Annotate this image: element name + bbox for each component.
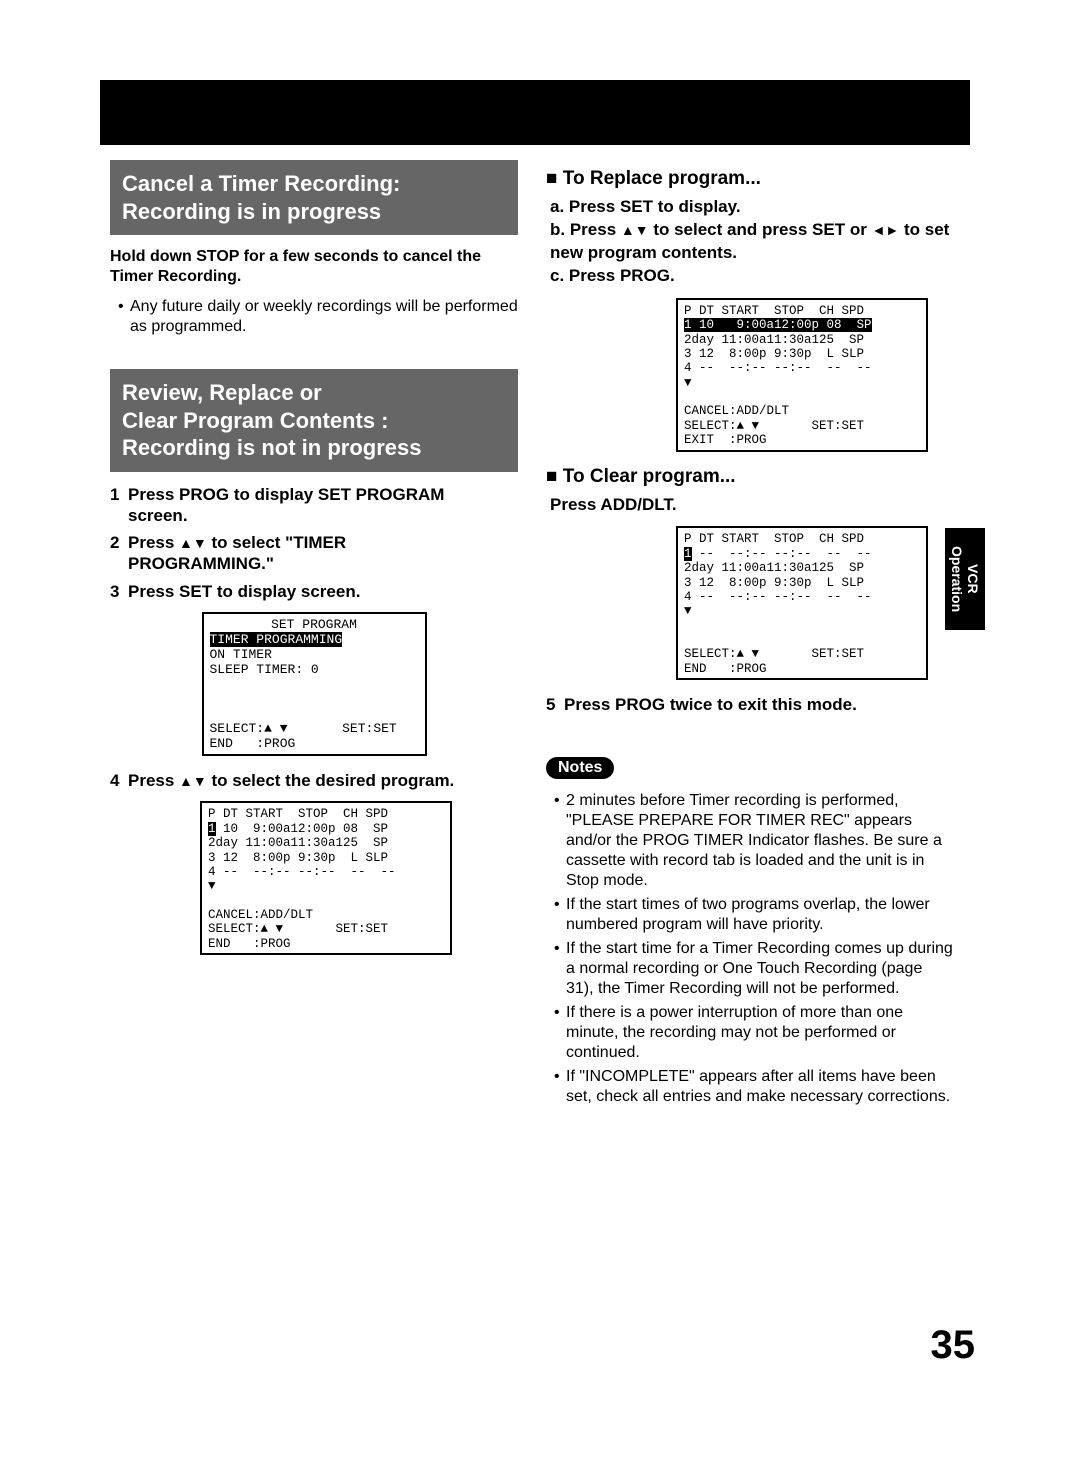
note-item: If the start time for a Timer Recording … [554, 939, 954, 999]
heading-cancel: Cancel a Timer Recording: Recording is i… [110, 160, 518, 235]
up-down-icon: ▲▼ [179, 774, 207, 788]
to-clear-title: ■ To Clear program... [546, 466, 954, 488]
clear-sub: Press ADD/DLT. [550, 494, 954, 517]
step-3: 3Press SET to display screen. [110, 581, 518, 602]
left-column: Cancel a Timer Recording: Recording is i… [110, 160, 518, 1111]
header-black-bar [100, 80, 970, 145]
step-2: 2 Press ▲▼ to select "TIMER PROGRAMMING.… [110, 532, 518, 575]
osd-set-program: SET PROGRAMTIMER PROGRAMMING ON TIMER SL… [202, 612, 427, 756]
future-note: Any future daily or weekly recordings wi… [118, 297, 518, 337]
notes-list: 2 minutes before Timer recording is perf… [554, 791, 954, 1107]
to-replace-title: ■ To Replace program... [546, 168, 954, 190]
side-tab-vcr-operation: VCR Operation [945, 528, 985, 630]
left-right-icon: ◄► [872, 223, 900, 237]
note-item: If there is a power interruption of more… [554, 1003, 954, 1063]
osd-program-list-replace: P DT START STOP CH SPD 1 10 9:00a12:00p … [676, 298, 928, 452]
page-content: Cancel a Timer Recording: Recording is i… [110, 160, 960, 1111]
osd-program-list-clear: P DT START STOP CH SPD 1 -- --:-- --:-- … [676, 526, 928, 680]
note-item: 2 minutes before Timer recording is perf… [554, 791, 954, 891]
up-down-icon: ▲▼ [179, 536, 207, 550]
note-item: If the start times of two programs overl… [554, 895, 954, 935]
step-4: 4 Press ▲▼ to select the desired program… [110, 770, 518, 791]
step-5: 5Press PROG twice to exit this mode. [546, 694, 954, 715]
notes-label: Notes [546, 757, 614, 779]
step-1: 1Press PROG to display SET PROGRAM scree… [110, 484, 518, 527]
osd-program-list-1: P DT START STOP CH SPD 1 10 9:00a12:00p … [200, 801, 452, 955]
replace-substeps: a. Press SET to display. b. Press ▲▼ to … [550, 196, 954, 288]
up-down-icon: ▲▼ [621, 223, 649, 237]
page-number: 35 [931, 1323, 976, 1368]
square-icon: ■ [546, 466, 563, 487]
heading-review: Review, Replace or Clear Program Content… [110, 369, 518, 472]
right-column: ■ To Replace program... a. Press SET to … [546, 160, 954, 1111]
hold-stop-text: Hold down STOP for a few seconds to canc… [110, 247, 518, 287]
future-note-list: Any future daily or weekly recordings wi… [118, 297, 518, 337]
note-item: If "INCOMPLETE" appears after all items … [554, 1067, 954, 1107]
square-icon: ■ [546, 168, 563, 189]
